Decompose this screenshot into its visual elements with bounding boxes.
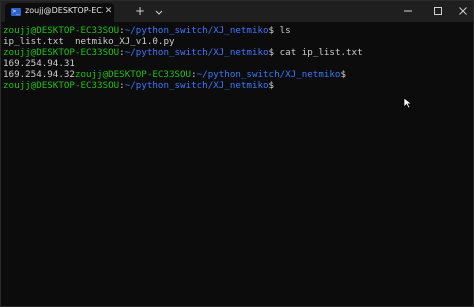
terminal-window: >_ zoujj@DESKTOP-EC33SOU: ~/p ✕ + — [0, 0, 474, 307]
file-name: netmiko_XJ_v1.0.py — [74, 36, 175, 47]
prompt-user: zoujj@DESKTOP-EC33SOU — [74, 69, 192, 80]
title-bar: >_ zoujj@DESKTOP-EC33SOU: ~/p ✕ + — [1, 1, 473, 22]
prompt-line: 169.254.94.32zoujj@DESKTOP-EC33SOU:~/pyt… — [3, 69, 469, 80]
output-line: 169.254.94.31 — [3, 58, 469, 69]
minimize-icon — [404, 10, 412, 12]
prompt-path: ~/python_switch/XJ_netmiko — [196, 69, 341, 80]
prompt-user: zoujj@DESKTOP-EC33SOU — [3, 47, 120, 58]
tab-dropdown-button[interactable] — [153, 4, 165, 18]
close-tab-icon[interactable]: ✕ — [104, 7, 113, 16]
mouse-pointer-icon — [403, 94, 413, 109]
terminal-icon: >_ — [11, 8, 21, 16]
output-text: 169.254.94.32 — [3, 69, 75, 80]
terminal-tab[interactable]: >_ zoujj@DESKTOP-EC33SOU: ~/p ✕ — [5, 3, 114, 22]
prompt-user: zoujj@DESKTOP-EC33SOU — [3, 25, 120, 36]
close-window-button[interactable] — [453, 1, 473, 22]
file-name: ip_list.txt — [3, 36, 64, 47]
prompt-line: zoujj@DESKTOP-EC33SOU:~/python_switch/XJ… — [3, 80, 469, 91]
prompt-user: zoujj@DESKTOP-EC33SOU — [3, 80, 120, 91]
prompt-dollar: $ — [268, 80, 275, 91]
minimize-button[interactable] — [393, 1, 423, 22]
prompt-line: zoujj@DESKTOP-EC33SOU:~/python_switch/XJ… — [3, 47, 469, 58]
prompt-path: ~/python_switch/XJ_netmiko — [124, 80, 269, 91]
output-gap — [64, 36, 75, 47]
maximize-icon — [434, 7, 442, 15]
maximize-button[interactable] — [423, 1, 453, 22]
chevron-down-icon — [155, 10, 163, 15]
terminal-output[interactable]: zoujj@DESKTOP-EC33SOU:~/python_switch/XJ… — [3, 25, 469, 303]
prompt-line: zoujj@DESKTOP-EC33SOU:~/python_switch/XJ… — [3, 25, 469, 36]
prompt-path: ~/python_switch/XJ_netmiko — [124, 47, 269, 58]
output-line: ip_list.txt netmiko_XJ_v1.0.py — [3, 36, 469, 47]
prompt-path: ~/python_switch/XJ_netmiko — [124, 25, 269, 36]
tab-title: zoujj@DESKTOP-EC33SOU: ~/p — [25, 6, 103, 15]
prompt-dollar: $ — [340, 69, 347, 80]
command-text: cat ip_list.txt — [274, 47, 363, 58]
output-text: 169.254.94.31 — [3, 58, 75, 69]
command-text: ls — [274, 25, 291, 36]
close-icon — [459, 7, 467, 15]
new-tab-button[interactable]: + — [133, 4, 147, 18]
